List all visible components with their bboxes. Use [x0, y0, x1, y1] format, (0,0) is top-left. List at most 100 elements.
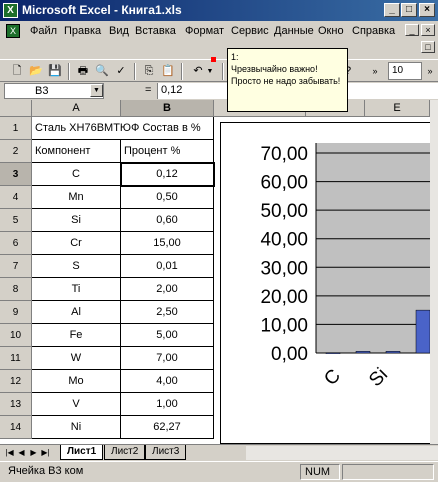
column-header-b[interactable]: B [121, 100, 214, 117]
cell-percent[interactable]: 2,00 [121, 278, 214, 301]
row-header[interactable]: 12 [0, 370, 32, 393]
horizontal-scrollbar[interactable] [246, 446, 438, 460]
tab-sheet3[interactable]: Лист3 [145, 445, 187, 460]
cell-component[interactable]: W [32, 347, 121, 370]
cell-percent[interactable]: 0,12 [120, 162, 215, 187]
cell-component[interactable]: Ni [32, 416, 121, 439]
cell-percent[interactable]: 15,00 [121, 232, 214, 255]
x-tick-label: Si [365, 364, 392, 391]
cell-percent[interactable]: 62,27 [121, 416, 214, 439]
cell-component[interactable]: Mn [32, 186, 121, 209]
doc-minimize-button[interactable]: _ [405, 24, 419, 36]
workbook-icon[interactable]: X [6, 24, 20, 38]
y-tick-label: 40,00 [260, 230, 308, 251]
copy-icon[interactable]: ⎘ [140, 63, 158, 80]
row-header[interactable]: 5 [0, 209, 32, 232]
excel-icon[interactable]: X [3, 3, 18, 18]
minimize-button[interactable]: _ [384, 3, 400, 17]
cell-percent[interactable]: 2,50 [121, 301, 214, 324]
vertical-scrollbar[interactable] [430, 100, 438, 444]
cell-component[interactable]: Fe [32, 324, 121, 347]
doc-close-button[interactable]: × [421, 24, 435, 36]
menu-file[interactable]: Файл [30, 25, 57, 37]
row-header[interactable]: 9 [0, 301, 32, 324]
row-header[interactable]: 3 [0, 163, 32, 186]
spelling-icon[interactable]: ✓ [112, 63, 130, 80]
cell-percent[interactable]: 0,50 [121, 186, 214, 209]
cell-component[interactable]: V [32, 393, 121, 416]
menu-tools[interactable]: Сервис [231, 25, 269, 37]
next-sheet-icon[interactable]: ▶ [28, 447, 39, 459]
menu-data[interactable]: Данные [274, 25, 314, 37]
cell-header-component[interactable]: Компонент [32, 140, 121, 163]
cell-percent[interactable]: 5,00 [121, 324, 214, 347]
font-size-select[interactable]: 10 [388, 62, 422, 80]
column-header-a[interactable]: A [32, 100, 121, 117]
formula-bar: B3 ▼ = 0,12 [0, 82, 438, 100]
standard-toolbar: 🗋 📂 💾 🖶 🔍 ✓ ⎘ 📋 ↶ ▼ 🌐 Σ f ↓ ▥ ? » 10 » [0, 59, 438, 82]
cell-component[interactable]: Ti [32, 278, 121, 301]
doc-restore-button[interactable]: □ [421, 41, 435, 53]
cell-percent[interactable]: 7,00 [121, 347, 214, 370]
cell-component[interactable]: Al [32, 301, 121, 324]
chart-area[interactable]: 0,00 10,00 20,00 30,00 40,00 50,00 60,00 70,00 C… [220, 122, 430, 444]
print-preview-icon[interactable]: 🔍 [93, 63, 111, 80]
toolbar-options-icon[interactable]: » [424, 63, 436, 80]
cell-component[interactable]: C [32, 163, 121, 186]
maximize-button[interactable]: □ [401, 3, 417, 17]
window-title: Microsoft Excel - Книга1.xls [22, 3, 182, 17]
row-header[interactable]: 14 [0, 416, 32, 439]
close-button[interactable]: × [419, 3, 435, 17]
status-text: Ячейка B3 ком [8, 465, 84, 477]
row-header[interactable]: 11 [0, 347, 32, 370]
cell-header-percent[interactable]: Процент % [121, 140, 214, 163]
prev-sheet-icon[interactable]: ◀ [16, 447, 27, 459]
cell-comment[interactable]: 1: Чрезвычайно важно! Просто не надо заб… [227, 48, 348, 112]
cell-percent[interactable]: 1,00 [121, 393, 214, 416]
row-header[interactable]: 6 [0, 232, 32, 255]
row-header[interactable]: 8 [0, 278, 32, 301]
tab-sheet1[interactable]: Лист1 [60, 445, 104, 460]
row-header[interactable]: 1 [0, 117, 32, 140]
cell-percent[interactable]: 0,01 [121, 255, 214, 278]
y-tick-label: 70,00 [260, 144, 308, 165]
font-size-value: 10 [392, 65, 404, 76]
open-icon[interactable]: 📂 [27, 63, 45, 80]
menu-view[interactable]: Вид [109, 25, 129, 37]
save-icon[interactable]: 💾 [46, 63, 64, 80]
row-header[interactable]: 4 [0, 186, 32, 209]
last-sheet-icon[interactable]: ▶| [40, 447, 51, 459]
paste-icon[interactable]: 📋 [159, 63, 177, 80]
undo-dropdown-icon[interactable]: ▼ [205, 63, 215, 80]
tab-sheet2[interactable]: Лист2 [104, 445, 146, 460]
status-num: NUM [300, 464, 340, 480]
chart-plot: 0,00 10,00 20,00 30,00 40,00 50,00 60,00 70,00 C… [260, 143, 430, 391]
menu-insert[interactable]: Вставка [135, 25, 176, 37]
new-icon[interactable]: 🗋 [8, 63, 26, 80]
cell-percent[interactable]: 4,00 [121, 370, 214, 393]
row-header[interactable]: 7 [0, 255, 32, 278]
cell-percent[interactable]: 0,60 [121, 209, 214, 232]
cell-component[interactable]: Mo [32, 370, 121, 393]
menu-bar: X Файл Правка Вид Вставка Формат Сервис … [0, 21, 438, 59]
cell-component[interactable]: S [32, 255, 121, 278]
row-header[interactable]: 13 [0, 393, 32, 416]
first-sheet-icon[interactable]: |◀ [4, 447, 15, 459]
menu-help[interactable]: Справка [352, 25, 395, 37]
select-all-button[interactable] [0, 100, 32, 117]
print-icon[interactable]: 🖶 [74, 63, 92, 80]
cell-title[interactable]: Сталь ХН76ВМТЮФ Состав в % [32, 117, 214, 140]
name-box[interactable]: B3 [4, 83, 104, 99]
cell-component[interactable]: Si [32, 209, 121, 232]
formula-equals[interactable]: = [145, 84, 151, 96]
row-header[interactable]: 2 [0, 140, 32, 163]
column-header-e[interactable]: E [365, 100, 430, 117]
menu-edit[interactable]: Правка [64, 25, 101, 37]
menu-format[interactable]: Формат [185, 25, 224, 37]
row-header[interactable]: 10 [0, 324, 32, 347]
chevron-down-icon[interactable]: ▼ [90, 84, 103, 97]
plot-background [316, 143, 430, 353]
more-buttons-icon[interactable]: » [366, 63, 384, 80]
menu-window[interactable]: Окно [318, 25, 344, 37]
cell-component[interactable]: Cr [32, 232, 121, 255]
